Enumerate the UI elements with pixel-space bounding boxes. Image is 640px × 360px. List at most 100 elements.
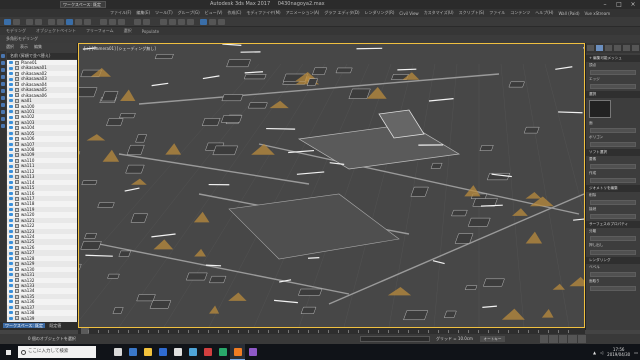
network-icon[interactable]: ▲: [593, 350, 596, 355]
filter-none-icon[interactable]: [1, 124, 5, 128]
rollout-button[interactable]: [590, 84, 636, 89]
filter-lights-icon[interactable]: [1, 68, 5, 72]
rollout-option[interactable]: 作成: [586, 170, 640, 177]
taskbar-app-icon[interactable]: [140, 344, 155, 360]
redo-icon[interactable]: [13, 19, 20, 25]
rollout-option[interactable]: 要素: [586, 156, 640, 163]
previous-frame-icon[interactable]: [549, 335, 558, 343]
taskbar-app-icon[interactable]: [230, 344, 245, 360]
render-icon[interactable]: [218, 19, 225, 25]
rollout-option[interactable]: 接続: [586, 206, 640, 213]
visibility-eye-icon[interactable]: [9, 93, 13, 97]
menu-item[interactable]: 編集(E): [136, 10, 150, 16]
visibility-eye-icon[interactable]: [9, 115, 13, 119]
visibility-eye-icon[interactable]: [9, 305, 13, 309]
scale-icon[interactable]: [84, 19, 91, 25]
explorer-list[interactable]: Plane01 shikasawa01 shikasawa02 shikasawa03…: [7, 60, 77, 322]
menu-item[interactable]: グループ(G): [178, 10, 200, 16]
play-icon[interactable]: [558, 335, 568, 343]
explorer-tab[interactable]: 表示: [20, 44, 28, 50]
visibility-eye-icon[interactable]: [9, 77, 13, 81]
rollout-option[interactable]: 頂点: [586, 62, 640, 69]
visibility-eye-icon[interactable]: [9, 169, 13, 173]
workspace-label[interactable]: ワークスペース: 既定: [3, 323, 46, 328]
visibility-eye-icon[interactable]: [9, 61, 13, 65]
explorer-row[interactable]: wa139: [7, 316, 77, 321]
curve-editor-icon[interactable]: [169, 19, 176, 25]
rollout-header[interactable]: レンダリング: [586, 257, 640, 264]
visibility-eye-icon[interactable]: [9, 191, 13, 195]
visibility-eye-icon[interactable]: [9, 300, 13, 304]
explorer-default-tab[interactable]: 既定値: [49, 323, 61, 328]
filter-spacewarps-icon[interactable]: [1, 89, 5, 93]
schematic-icon[interactable]: [178, 19, 185, 25]
rollout-header[interactable]: サーフェスのプロパティ: [586, 221, 640, 228]
motion-tab-icon[interactable]: [614, 45, 621, 51]
modify-tab-icon[interactable]: [596, 45, 603, 51]
rollout-button[interactable]: [590, 128, 636, 133]
maximize-icon[interactable]: □: [612, 0, 626, 9]
menu-item[interactable]: ビュー(V): [205, 10, 223, 16]
rotate-icon[interactable]: [75, 19, 82, 25]
rollout-button[interactable]: [590, 236, 636, 241]
taskbar-search[interactable]: ここに入力して検索: [18, 346, 96, 358]
rollout-option[interactable]: ベベル: [586, 264, 640, 271]
filter-helpers-icon[interactable]: [1, 82, 5, 86]
filter-xrefs-icon[interactable]: [1, 103, 5, 107]
visibility-eye-icon[interactable]: [9, 208, 13, 212]
taskbar-app-icon[interactable]: [125, 344, 140, 360]
rollout-button[interactable]: [590, 214, 636, 219]
visibility-eye-icon[interactable]: [9, 246, 13, 250]
menu-item[interactable]: カスタマイズ(U): [424, 10, 454, 16]
visibility-eye-icon[interactable]: [9, 104, 13, 108]
visibility-eye-icon[interactable]: [9, 164, 13, 168]
visibility-eye-icon[interactable]: [9, 175, 13, 179]
rollout-button[interactable]: [590, 178, 636, 183]
visibility-eye-icon[interactable]: [9, 137, 13, 141]
taskbar-app-icon[interactable]: [200, 344, 215, 360]
snap-icon[interactable]: [100, 19, 107, 25]
create-tab-icon[interactable]: [587, 45, 594, 51]
visibility-eye-icon[interactable]: [9, 251, 13, 255]
visibility-eye-icon[interactable]: [9, 159, 13, 163]
visibility-eye-icon[interactable]: [9, 273, 13, 277]
rollout-button[interactable]: [590, 250, 636, 255]
rollout-option[interactable]: エッジ: [586, 76, 640, 83]
mirror-icon[interactable]: [134, 19, 141, 25]
rollout-option[interactable]: 削除: [586, 192, 640, 199]
hierarchy-tab-icon[interactable]: [605, 45, 612, 51]
menu-item[interactable]: グラフ エディタ(D): [324, 10, 359, 16]
menu-item[interactable]: レンダリング(R): [365, 10, 395, 16]
menu-item[interactable]: アニメーション(A): [286, 10, 320, 16]
visibility-eye-icon[interactable]: [9, 121, 13, 125]
visibility-eye-icon[interactable]: [9, 235, 13, 239]
taskbar-app-icon[interactable]: [215, 344, 230, 360]
visibility-eye-icon[interactable]: [9, 311, 13, 315]
visibility-eye-icon[interactable]: [9, 66, 13, 70]
visibility-eye-icon[interactable]: [9, 88, 13, 92]
menu-item[interactable]: ヘルプ(H): [535, 10, 553, 16]
ribbon-tab[interactable]: Populate: [142, 29, 159, 34]
select-icon[interactable]: [48, 19, 55, 25]
taskbar-app-icon[interactable]: [245, 344, 260, 360]
camera-viewport[interactable]: [+] [Camera01] [シェーディング無し]: [78, 43, 585, 328]
percent-snap-icon[interactable]: [118, 19, 125, 25]
menu-item[interactable]: Civil View: [399, 11, 418, 16]
visibility-eye-icon[interactable]: [9, 316, 13, 320]
visibility-eye-icon[interactable]: [9, 180, 13, 184]
rollout-option[interactable]: ポリゴン: [586, 134, 640, 141]
select-by-name-icon[interactable]: [57, 19, 64, 25]
taskbar-app-icon[interactable]: [155, 344, 170, 360]
menu-item[interactable]: モディファイヤ(M): [246, 10, 280, 16]
go-to-end-icon[interactable]: [577, 335, 587, 343]
visibility-eye-icon[interactable]: [9, 229, 13, 233]
rollout-option[interactable]: 面取り: [586, 278, 640, 285]
ribbon-sub-label[interactable]: 多角形モデリング: [6, 36, 38, 42]
filter-shapes-icon[interactable]: [1, 61, 5, 65]
minimize-icon[interactable]: –: [598, 0, 612, 9]
notification-icon[interactable]: ▭: [634, 350, 638, 355]
rollout-option[interactable]: 押し出し: [586, 242, 640, 249]
render-setup-icon[interactable]: [200, 19, 207, 25]
auto-key-button[interactable]: オートキー: [480, 336, 505, 342]
rollout-button[interactable]: [590, 70, 636, 75]
